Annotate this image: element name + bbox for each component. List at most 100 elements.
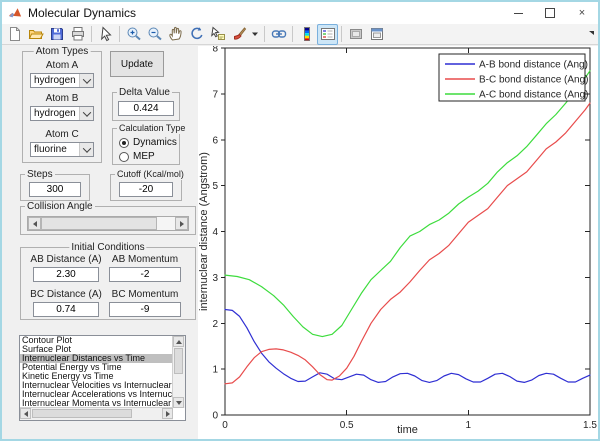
initial-conditions-panel: Initial Conditions AB Distance (A) AB Mo… [20, 247, 196, 320]
steps-input[interactable] [29, 182, 81, 197]
new-figure-button[interactable] [4, 24, 25, 45]
save-figure-icon [49, 26, 65, 42]
maximize-button[interactable] [534, 2, 566, 24]
data-cursor-icon [210, 26, 226, 42]
pan-button[interactable] [165, 24, 186, 45]
radio-mep-label: MEP [133, 151, 155, 162]
list-item[interactable]: Internuclear Velocities vs Internuclear … [20, 381, 173, 390]
chevron-down-icon [251, 30, 259, 38]
svg-text:1.5: 1.5 [583, 420, 597, 431]
initial-conditions-title: Initial Conditions [69, 242, 146, 253]
atom-b-select[interactable]: hydrogen [30, 106, 94, 121]
bc-momentum-input[interactable] [109, 302, 181, 317]
toolbar-separator [292, 26, 293, 42]
window-title: Molecular Dynamics [28, 6, 136, 20]
insert-legend-icon [320, 26, 336, 42]
brush-button[interactable] [228, 24, 249, 45]
scroll-right-icon[interactable] [162, 408, 173, 419]
list-item-selected[interactable]: Internuclear Distances vs Time [20, 354, 173, 363]
toolbar-separator [341, 26, 342, 42]
collision-angle-panel: Collision Angle [20, 206, 196, 235]
delta-value-input[interactable] [118, 101, 174, 116]
list-item[interactable]: Kinetic Energy vs Time [20, 372, 173, 381]
svg-text:1: 1 [212, 365, 218, 376]
insert-colorbar-button[interactable] [296, 24, 317, 45]
cutoff-input[interactable] [119, 182, 173, 197]
svg-text:3: 3 [212, 273, 218, 284]
radio-selected-icon [119, 138, 129, 148]
dock-figure-button[interactable] [366, 24, 387, 45]
open-file-button[interactable] [25, 24, 46, 45]
update-button[interactable]: Update [110, 51, 164, 77]
rotate-3d-button[interactable] [186, 24, 207, 45]
list-item[interactable]: Surface Plot [20, 345, 173, 354]
atom-a-select[interactable]: hydrogen [30, 73, 94, 88]
collision-angle-slider[interactable] [27, 216, 189, 231]
calculation-type-panel: Calculation Type Dynamics MEP [112, 128, 180, 165]
svg-text:2: 2 [212, 319, 218, 330]
brush-icon [231, 26, 247, 42]
svg-text:8: 8 [212, 46, 218, 55]
brush-menu-button[interactable] [249, 24, 261, 45]
horizontal-scrollbar[interactable] [20, 407, 173, 420]
save-figure-button[interactable] [46, 24, 67, 45]
link-plot-button[interactable] [268, 24, 289, 45]
list-item[interactable]: Contour Plot [20, 336, 173, 345]
scroll-down-icon[interactable] [173, 397, 184, 408]
atom-c-select[interactable]: fluorine [30, 142, 94, 157]
insert-legend-button[interactable] [317, 24, 338, 45]
steps-panel: Steps [20, 174, 90, 201]
slider-thumb[interactable] [41, 217, 157, 230]
toolbar-separator [264, 26, 265, 42]
atom-types-panel: Atom Types Atom A hydrogen Atom B hydrog… [22, 51, 102, 163]
svg-text:6: 6 [212, 135, 218, 146]
maximize-icon [545, 8, 555, 18]
atom-b-value: hydrogen [34, 108, 76, 119]
close-button[interactable]: × [566, 2, 598, 24]
pan-icon [168, 26, 184, 42]
edit-plot-icon [98, 26, 114, 42]
horizontal-scroll-thumb[interactable] [32, 409, 132, 418]
print-figure-button[interactable] [67, 24, 88, 45]
ab-distance-input[interactable] [33, 267, 99, 282]
new-figure-icon [7, 26, 23, 42]
radio-mep[interactable]: MEP [119, 151, 155, 162]
ab-distance-label: AB Distance (A) [30, 254, 101, 265]
scroll-up-icon[interactable] [173, 336, 184, 347]
data-cursor-button[interactable] [207, 24, 228, 45]
plot-type-list: Contour Plot Surface Plot Internuclear D… [20, 336, 173, 408]
vertical-scroll-thumb[interactable] [174, 348, 183, 374]
svg-text:1: 1 [466, 420, 472, 431]
toolbar-overflow-icon[interactable] [589, 31, 594, 35]
atom-types-title: Atom Types [34, 46, 91, 57]
scroll-left-icon[interactable] [20, 408, 31, 419]
svg-text:5: 5 [212, 181, 218, 192]
cutoff-panel: Cutoff (Kcal/mol) [110, 174, 182, 201]
ab-momentum-label: AB Momentum [112, 254, 178, 265]
legend-entry: B-C bond distance (Ang) [479, 75, 589, 86]
y-axis-label: internuclear distance (Angstrom) [198, 152, 210, 311]
vertical-scrollbar[interactable] [172, 336, 185, 408]
close-icon: × [579, 8, 585, 19]
slider-right-arrow[interactable] [175, 217, 188, 230]
edit-plot-button[interactable] [95, 24, 116, 45]
hide-plot-tools-icon [348, 26, 364, 42]
ab-momentum-input[interactable] [109, 267, 181, 282]
delta-value-title: Delta Value [117, 87, 172, 98]
atom-a-value: hydrogen [34, 75, 76, 86]
slider-left-arrow[interactable] [28, 217, 41, 230]
list-item[interactable]: Internuclear Accelerations vs Internucle… [20, 390, 173, 399]
zoom-out-button[interactable] [144, 24, 165, 45]
list-item[interactable]: Potential Energy vs Time [20, 363, 173, 372]
hide-plot-tools-button[interactable] [345, 24, 366, 45]
radio-dynamics[interactable]: Dynamics [119, 137, 177, 148]
radio-unselected-icon [119, 152, 129, 162]
minimize-button[interactable] [502, 2, 534, 24]
calculation-type-title: Calculation Type [117, 123, 187, 134]
cutoff-title: Cutoff (Kcal/mol) [115, 169, 186, 180]
insert-colorbar-icon [299, 26, 315, 42]
zoom-in-icon [126, 26, 142, 42]
svg-text:4: 4 [212, 227, 218, 238]
zoom-in-button[interactable] [123, 24, 144, 45]
bc-distance-input[interactable] [33, 302, 99, 317]
